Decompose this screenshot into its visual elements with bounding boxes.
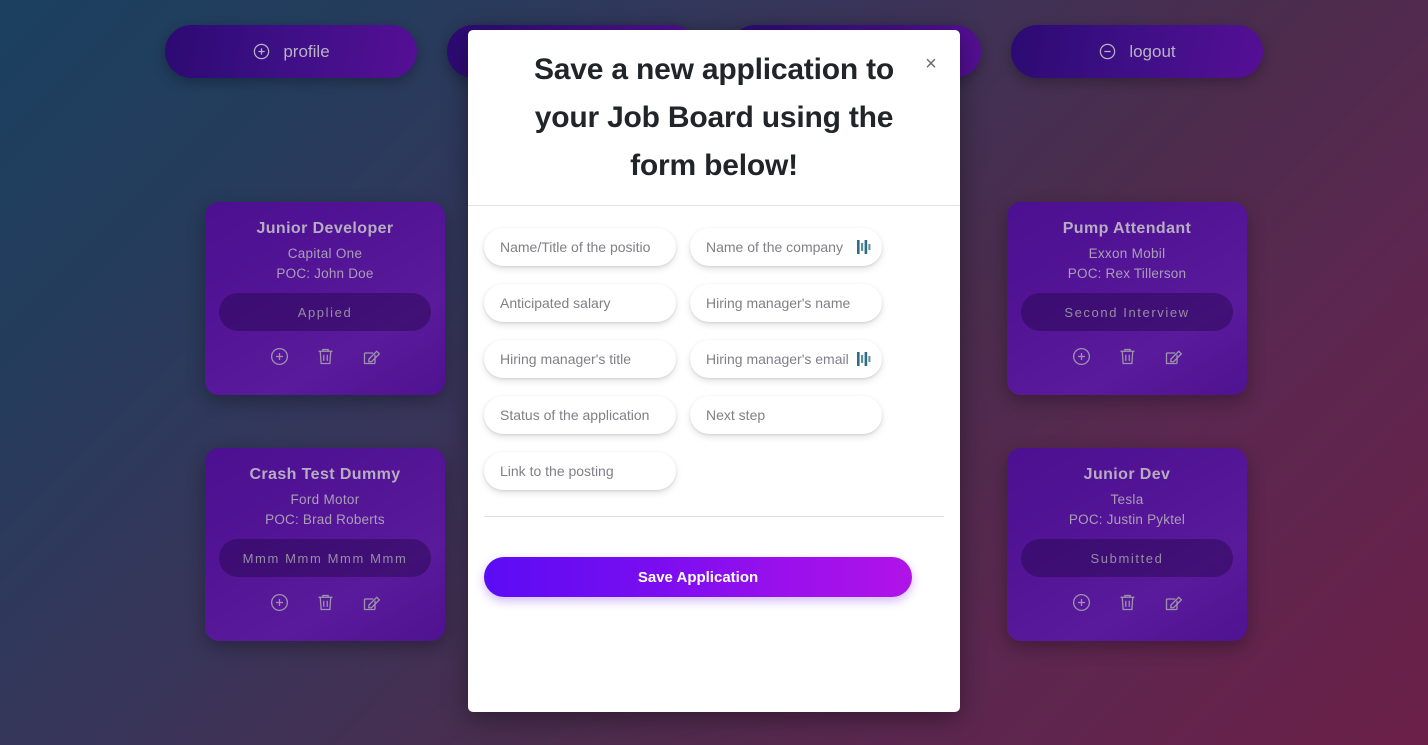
position-title-input[interactable] [484, 228, 676, 266]
company-name-input[interactable] [690, 228, 882, 266]
modal-title: Save a new application to your Job Board… [533, 52, 895, 182]
save-application-modal: Save a new application to your Job Board… [468, 30, 960, 712]
hiring-manager-email-input[interactable] [690, 340, 882, 378]
modal-body [468, 206, 960, 517]
hiring-manager-title-input[interactable] [484, 340, 676, 378]
field-company-name [690, 228, 882, 266]
save-application-button[interactable]: Save Application [484, 557, 912, 597]
modal-header: Save a new application to your Job Board… [468, 30, 960, 206]
field-next-step [690, 396, 882, 434]
field-posting-link [484, 452, 676, 490]
close-icon[interactable]: × [918, 51, 944, 77]
hiring-manager-name-input[interactable] [690, 284, 882, 322]
field-hiring-manager-email [690, 340, 882, 378]
next-step-input[interactable] [690, 396, 882, 434]
modal-footer: Save Application [468, 517, 960, 597]
application-status-input[interactable] [484, 396, 676, 434]
field-position-title [484, 228, 676, 266]
field-application-status [484, 396, 676, 434]
posting-link-input[interactable] [484, 452, 676, 490]
field-hiring-manager-title [484, 340, 676, 378]
field-hiring-manager-name [690, 284, 882, 322]
anticipated-salary-input[interactable] [484, 284, 676, 322]
field-anticipated-salary [484, 284, 676, 322]
application-form [484, 228, 944, 490]
modal-backdrop: Save a new application to your Job Board… [0, 0, 1428, 745]
